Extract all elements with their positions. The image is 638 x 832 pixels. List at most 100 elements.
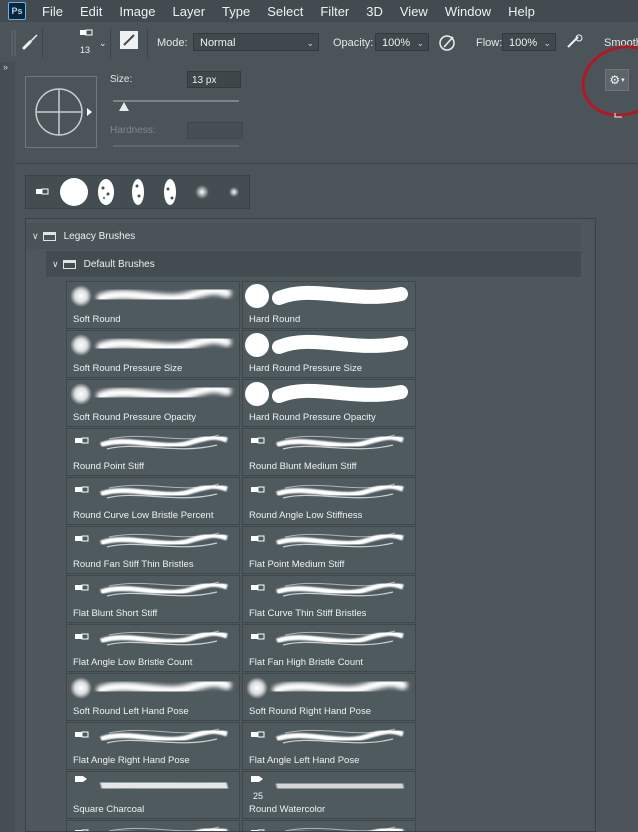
recent-brushes-strip bbox=[25, 175, 250, 209]
brush-preset-item[interactable]: Soft Round Right Hand Pose bbox=[242, 673, 416, 721]
brush-preset-item[interactable]: Flat Blunt Short Stiff bbox=[66, 575, 240, 623]
separator bbox=[42, 28, 47, 58]
expand-icon[interactable]: » bbox=[3, 62, 8, 72]
scrollbar-track[interactable] bbox=[593, 219, 595, 831]
brush-preset-item[interactable]: Flat Point Medium Stiff bbox=[242, 526, 416, 574]
brush-preset-item[interactable]: Soft Round bbox=[66, 281, 240, 329]
opacity-label: Opacity: bbox=[333, 37, 374, 49]
brush-preset-item[interactable]: Round Angle Low Stiffness bbox=[242, 477, 416, 525]
menu-3d[interactable]: 3D bbox=[366, 4, 383, 19]
recent-brush-spatter[interactable] bbox=[122, 176, 154, 208]
brush-preset-item[interactable]: Flat Fan High Bristle Count bbox=[242, 624, 416, 672]
brush-name: Round Blunt Medium Stiff bbox=[249, 461, 357, 472]
flow-value: 100% bbox=[509, 37, 538, 49]
recent-brush-spatter[interactable] bbox=[90, 176, 122, 208]
brush-preset-item[interactable]: Hard Round Pressure Size bbox=[242, 330, 416, 378]
brush-preset-item[interactable]: Round Blunt Medium Stiff bbox=[242, 428, 416, 476]
chevron-down-icon: ⌄ bbox=[306, 38, 314, 48]
size-input[interactable]: 13 px bbox=[187, 71, 241, 88]
brush-name: Square Charcoal bbox=[73, 804, 145, 815]
brush-name: Hard Round Pressure Opacity bbox=[249, 412, 376, 423]
mode-select[interactable]: Normal ⌄ bbox=[193, 33, 319, 51]
folder-label: Default Brushes bbox=[83, 258, 155, 270]
brush-preset-item[interactable]: Soft Round Left Hand Pose bbox=[66, 673, 240, 721]
brush-preset-item[interactable]: Flat Angle Right Hand Pose bbox=[66, 722, 240, 770]
brush-preset-item[interactable]: Round Fan Stiff Thin Bristles bbox=[66, 526, 240, 574]
pressure-opacity-icon[interactable] bbox=[438, 32, 458, 55]
recent-brush-hard-round[interactable] bbox=[58, 176, 90, 208]
brush-preset-item[interactable]: Hard Round Pressure Opacity bbox=[242, 379, 416, 427]
menu-filter[interactable]: Filter bbox=[320, 4, 349, 19]
hardness-label: Hardness: bbox=[110, 125, 156, 136]
options-bar: 13 ⌄ Mode: Normal ⌄ Opacity: 100% ⌄ Flow… bbox=[0, 22, 638, 63]
brush-name: Round Watercolor bbox=[249, 804, 326, 815]
new-preset-icon[interactable] bbox=[613, 106, 625, 124]
brush-preset-item-partial[interactable] bbox=[242, 820, 416, 831]
divider bbox=[15, 163, 638, 164]
brush-preset-item[interactable]: Square Charcoal bbox=[66, 771, 240, 819]
folder-icon bbox=[42, 231, 56, 241]
mode-label: Mode: bbox=[157, 37, 188, 49]
brush-name: Soft Round bbox=[73, 314, 121, 325]
brush-size-number: 25 bbox=[253, 791, 264, 801]
flow-label: Flow: bbox=[476, 37, 503, 49]
folder-default-brushes[interactable]: ∨ Default Brushes bbox=[46, 251, 581, 277]
recent-brush-square[interactable] bbox=[26, 176, 58, 208]
brush-preset-item[interactable]: Flat Curve Thin Stiff Bristles bbox=[242, 575, 416, 623]
brush-preset-item[interactable]: Flat Angle Left Hand Pose bbox=[242, 722, 416, 770]
photoshop-logo: Ps bbox=[8, 2, 26, 20]
hardness-input bbox=[187, 122, 243, 139]
brush-name: Flat Angle Left Hand Pose bbox=[249, 755, 360, 766]
airbrush-icon[interactable] bbox=[565, 32, 585, 55]
size-slider[interactable] bbox=[113, 100, 239, 102]
brush-name: Flat Angle Right Hand Pose bbox=[73, 755, 190, 766]
brush-name: Soft Round Right Hand Pose bbox=[249, 706, 371, 717]
brush-name: Hard Round bbox=[249, 314, 301, 325]
brush-tip-preview[interactable] bbox=[25, 76, 97, 148]
brush-preset-item[interactable]: Round Curve Low Bristle Percent bbox=[66, 477, 240, 525]
chevron-down-icon[interactable]: ⌄ bbox=[99, 38, 107, 49]
brush-name: Flat Curve Thin Stiff Bristles bbox=[249, 608, 367, 619]
menu-layer[interactable]: Layer bbox=[173, 4, 206, 19]
brush-preset-panel: Size: 13 px Hardness: ⚙ ▾ ∨ Legacy Brush… bbox=[15, 34, 638, 832]
menu-help[interactable]: Help bbox=[508, 4, 535, 19]
menu-image[interactable]: Image bbox=[119, 4, 155, 19]
brush-preset-item[interactable]: Round Point Stiff bbox=[66, 428, 240, 476]
brush-preset-item-partial[interactable] bbox=[66, 820, 240, 831]
folder-icon bbox=[62, 259, 76, 269]
menu-view[interactable]: View bbox=[400, 4, 428, 19]
brush-tool-icon[interactable] bbox=[20, 32, 40, 55]
brush-preset-item[interactable]: Flat Angle Low Bristle Count bbox=[66, 624, 240, 672]
recent-brush-soft-small[interactable] bbox=[186, 176, 218, 208]
flow-input[interactable]: 100% ⌄ bbox=[502, 33, 556, 51]
chevron-down-icon[interactable]: ∨ bbox=[32, 231, 39, 242]
brush-preset-item[interactable]: Hard Round bbox=[242, 281, 416, 329]
chevron-down-icon: ⌄ bbox=[543, 38, 551, 48]
brush-preset-item[interactable]: Soft Round Pressure Size bbox=[66, 330, 240, 378]
folder-legacy-brushes[interactable]: ∨ Legacy Brushes bbox=[26, 223, 581, 249]
size-slider-thumb[interactable] bbox=[119, 102, 129, 111]
opacity-input[interactable]: 100% ⌄ bbox=[375, 33, 429, 51]
menu-window[interactable]: Window bbox=[445, 4, 491, 19]
menu-bar: Ps File Edit Image Layer Type Select Fil… bbox=[0, 0, 638, 22]
opacity-value: 100% bbox=[382, 37, 411, 49]
tools-panel-edge: » bbox=[0, 62, 16, 832]
mode-value: Normal bbox=[200, 37, 236, 49]
brush-preset-picker[interactable] bbox=[75, 26, 97, 43]
brush-name: Flat Blunt Short Stiff bbox=[73, 608, 158, 619]
menu-select[interactable]: Select bbox=[267, 4, 303, 19]
menu-file[interactable]: File bbox=[42, 4, 63, 19]
brush-preset-item[interactable]: Soft Round Pressure Opacity bbox=[66, 379, 240, 427]
recent-brush-soft-tiny[interactable] bbox=[218, 176, 250, 208]
chevron-down-icon[interactable]: ∨ bbox=[52, 259, 59, 270]
brush-settings-panel-icon[interactable] bbox=[120, 31, 138, 49]
brush-preset-item[interactable]: 25 Round Watercolor bbox=[242, 771, 416, 819]
hardness-slider bbox=[113, 145, 239, 147]
brush-name: Soft Round Pressure Opacity bbox=[73, 412, 197, 423]
brush-name: Hard Round Pressure Size bbox=[249, 363, 362, 374]
menu-type[interactable]: Type bbox=[222, 4, 250, 19]
brush-size-readout: 13 bbox=[80, 45, 91, 55]
separator bbox=[110, 28, 115, 58]
menu-edit[interactable]: Edit bbox=[80, 4, 102, 19]
recent-brush-spatter[interactable] bbox=[154, 176, 186, 208]
